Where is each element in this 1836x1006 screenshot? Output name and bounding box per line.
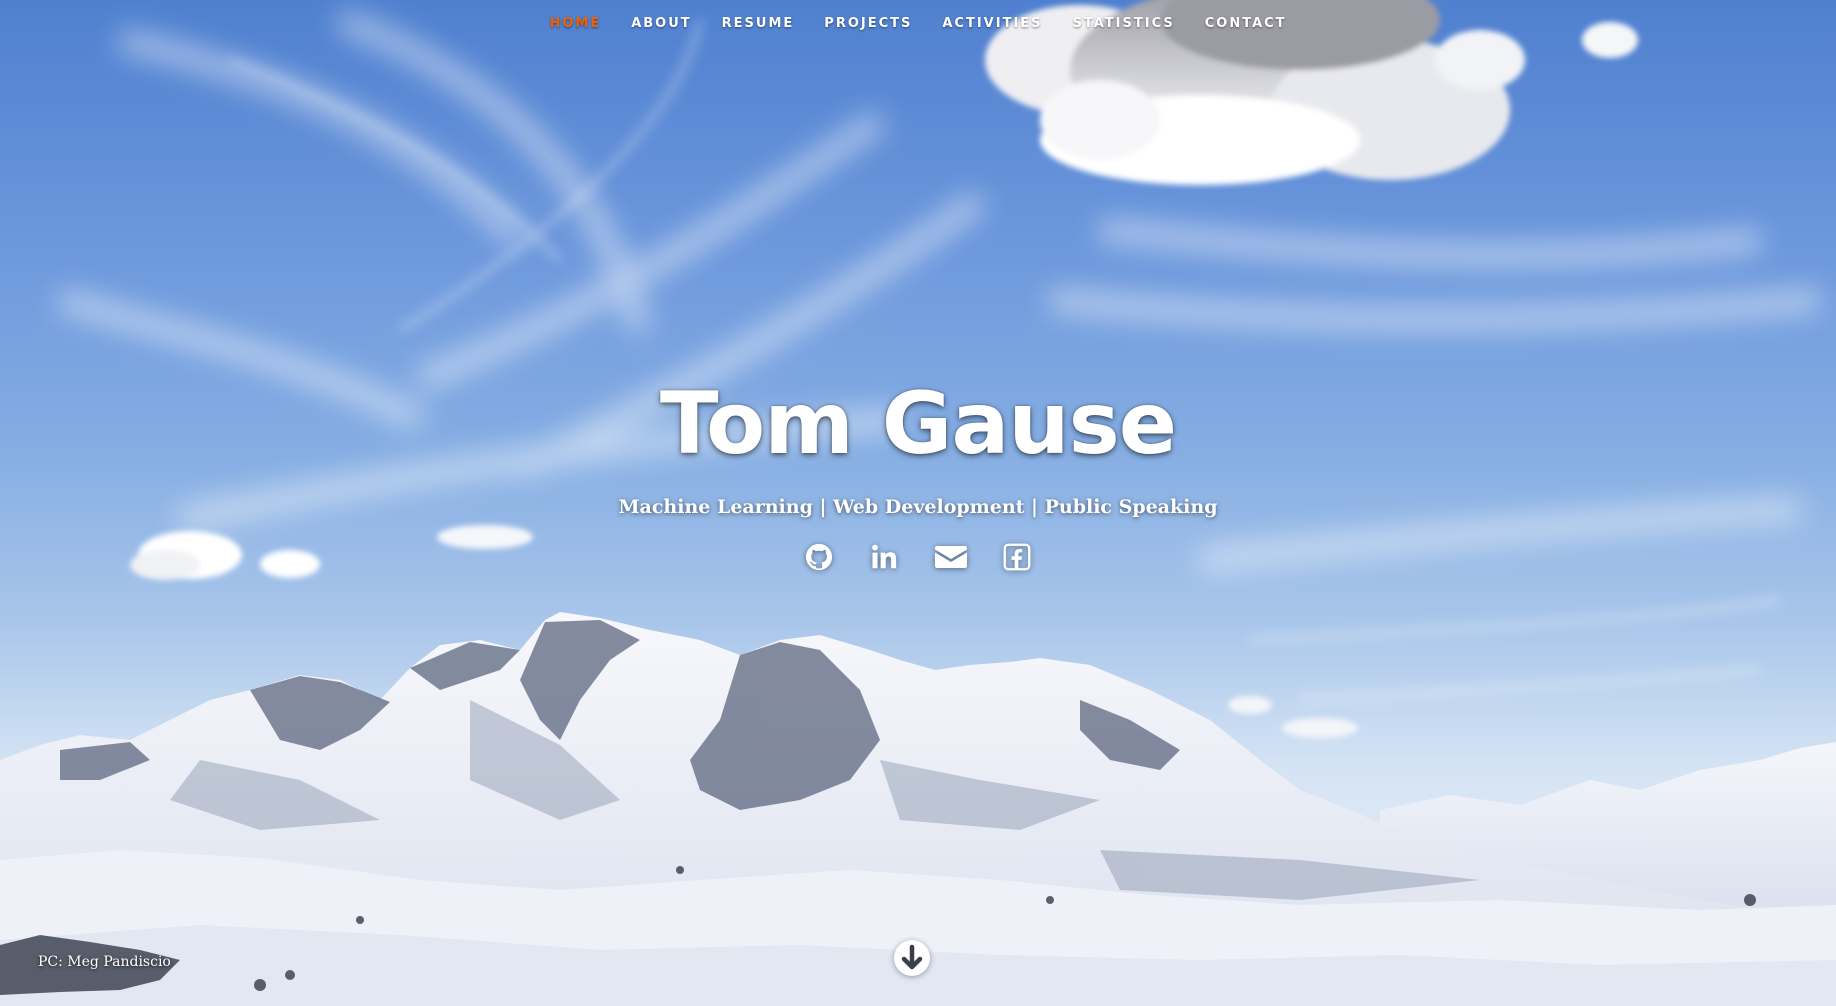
github-icon xyxy=(805,543,833,571)
nav-statistics[interactable]: STATISTICS xyxy=(1073,16,1175,31)
nav-contact[interactable]: CONTACT xyxy=(1205,16,1287,31)
email-link[interactable] xyxy=(934,540,968,574)
facebook-link[interactable] xyxy=(1000,540,1034,574)
main-nav: HOME ABOUT RESUME PROJECTS ACTIVITIES ST… xyxy=(0,0,1836,46)
arrow-circle-down-icon xyxy=(894,940,930,976)
linkedin-icon xyxy=(872,544,897,569)
nav-home[interactable]: HOME xyxy=(549,16,601,31)
nav-projects[interactable]: PROJECTS xyxy=(824,16,912,31)
nav-resume[interactable]: RESUME xyxy=(722,16,795,31)
social-links xyxy=(0,540,1836,574)
hero-tagline: Machine Learning | Web Development | Pub… xyxy=(618,496,1218,518)
nav-activities[interactable]: ACTIVITIES xyxy=(942,16,1042,31)
nav-about[interactable]: ABOUT xyxy=(631,16,691,31)
photo-credit: PC: Meg Pandiscio xyxy=(38,954,171,970)
hero-banner: Tom Gause Machine Learning | Web Develop… xyxy=(0,368,1836,574)
linkedin-link[interactable] xyxy=(868,540,902,574)
hero-section: HOME ABOUT RESUME PROJECTS ACTIVITIES ST… xyxy=(0,0,1836,1006)
github-link[interactable] xyxy=(802,540,836,574)
facebook-icon xyxy=(1003,543,1031,571)
hero-name: Tom Gause xyxy=(659,374,1177,474)
scroll-down-button[interactable] xyxy=(893,939,931,977)
envelope-icon xyxy=(935,546,967,568)
